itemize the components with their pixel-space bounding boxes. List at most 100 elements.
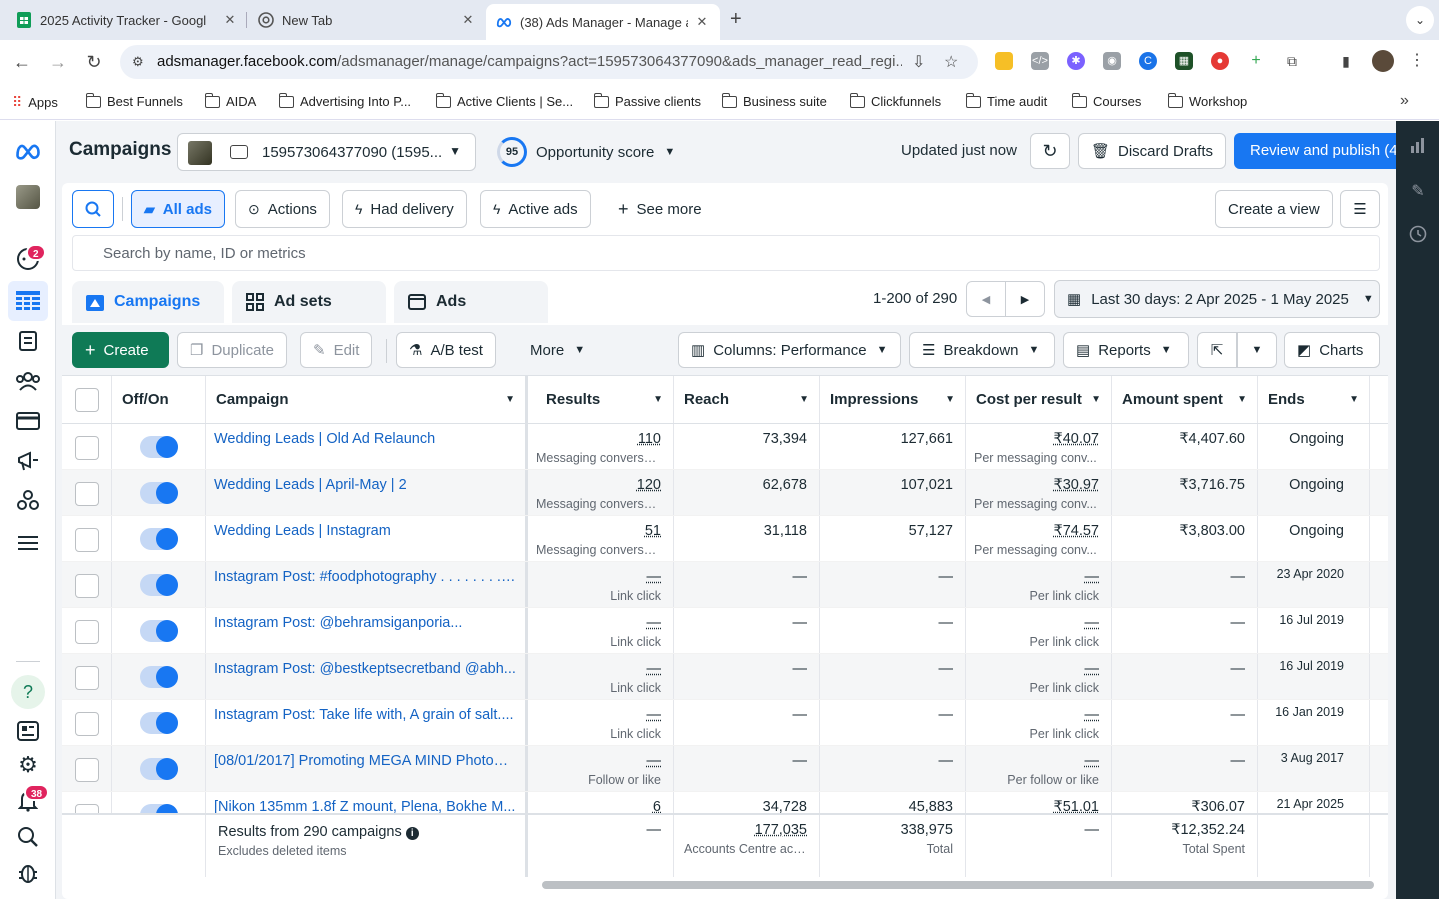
delivery-toggle[interactable] [140,482,178,504]
results-value[interactable]: — [647,661,662,677]
meta-logo-icon[interactable] [14,137,42,165]
tab-adsets[interactable]: Ad sets [232,281,386,323]
next-page-icon[interactable]: ▶ [1005,281,1045,317]
close-icon[interactable]: ✕ [460,12,476,28]
business-tools-icon[interactable] [14,487,42,515]
new-tab-icon[interactable]: + [730,8,742,31]
results-value[interactable]: 110 [638,431,661,447]
search-icon[interactable] [14,823,42,851]
delivery-toggle[interactable] [140,574,178,596]
row-checkbox[interactable] [75,482,99,506]
extension-code-icon[interactable]: </> [1031,52,1049,70]
site-settings-icon[interactable]: ⚙ [132,54,144,70]
cost-per-result-value[interactable]: ₹30.97 [1053,477,1099,493]
extension-spark-icon[interactable]: ✱ [1067,52,1085,70]
row-checkbox[interactable] [75,758,99,782]
date-range-picker[interactable]: ▦ Last 30 days: 2 Apr 2025 - 1 May 2025 ▼ [1054,280,1380,318]
discard-drafts-button[interactable]: 🗑 Discard Drafts [1078,133,1226,169]
cost-per-result-value[interactable]: — [1085,569,1100,585]
history-clock-icon[interactable] [1408,225,1428,245]
table-row[interactable]: Instagram Post: @behramsiganporia... — Lin… [62,608,1388,654]
more-button[interactable]: More ▼ [518,332,597,368]
export-button[interactable]: ⇱ [1197,332,1237,368]
campaign-name-link[interactable]: Instagram Post: @behramsiganporia... [206,608,528,653]
charts-button[interactable]: ◩ Charts [1284,332,1380,368]
settings-gear-icon[interactable]: ⚙ [14,751,42,779]
news-feed-icon[interactable] [14,717,42,745]
results-value[interactable]: — [647,569,662,585]
all-tools-menu-icon[interactable] [14,529,42,557]
table-row[interactable]: Wedding Leads | Instagram 51 Messaging con… [62,516,1388,562]
table-row[interactable]: Wedding Leads | April-May | 2 120 Messagin… [62,470,1388,516]
header-results[interactable]: Results ▼ [528,376,674,423]
audiences-icon[interactable] [14,367,42,395]
tab-ads[interactable]: Ads [394,281,548,323]
extension-record-icon[interactable]: ● [1211,52,1229,70]
refresh-button[interactable]: ↻ [1030,133,1070,169]
search-input[interactable]: Search by name, ID or metrics [72,235,1380,271]
info-icon[interactable]: i [405,827,419,840]
cost-per-result-value[interactable]: — [1085,661,1100,677]
header-reach[interactable]: Reach ▼ [674,376,820,423]
close-icon[interactable]: ✕ [694,14,710,30]
row-checkbox[interactable] [75,574,99,598]
select-all-checkbox[interactable] [75,388,99,412]
edit-pencil-icon[interactable]: ✎ [1408,181,1428,201]
header-amount-spent[interactable]: Amount spent ▼ [1112,376,1258,423]
extension-camera-icon[interactable]: ◉ [1103,52,1121,70]
create-view-button[interactable]: Create a view [1215,190,1333,228]
reports-book-icon[interactable] [14,327,42,355]
back-icon[interactable]: ← [10,50,34,74]
results-value[interactable]: 120 [637,477,661,493]
extension-notes-icon[interactable] [995,52,1013,70]
address-bar[interactable]: ⚙ adsmanager.facebook.com/adsmanager/man… [120,45,978,79]
bookmark-apps[interactable]: ⠿ Apps [12,94,58,111]
cost-per-result-value[interactable]: — [1085,753,1100,769]
see-more-button[interactable]: + See more [606,190,714,228]
table-row[interactable]: Instagram Post: Take life with, A grain … [62,700,1388,746]
row-checkbox[interactable] [75,436,99,460]
browser-tab-adsmanager[interactable]: (38) Ads Manager - Manage a ✕ [486,4,720,40]
cost-per-result-value[interactable]: ₹74.57 [1053,523,1099,539]
delivery-toggle[interactable] [140,620,178,642]
close-icon[interactable]: ✕ [222,12,238,28]
campaign-name-link[interactable]: Instagram Post: Take life with, A grain … [206,700,528,745]
profile-avatar[interactable] [1372,50,1394,72]
help-icon[interactable]: ? [11,675,45,709]
bookmark-folder[interactable]: Advertising Into P... [278,92,411,109]
reports-button[interactable]: ▤ Reports ▼ [1063,332,1189,368]
bookmark-folder[interactable]: AIDA [204,92,256,109]
extension-c-icon[interactable]: C [1139,52,1157,70]
table-row[interactable]: Instagram Post: #foodphotography . . . .… [62,562,1388,608]
table-row[interactable]: [08/01/2017] Promoting MEGA MIND PhotoG.… [62,746,1388,792]
table-row[interactable]: Wedding Leads | Old Ad Relaunch 110 Messag… [62,424,1388,470]
bookmark-folder[interactable]: Active Clients | Se... [435,92,573,109]
forward-icon[interactable]: → [46,50,70,74]
cost-per-result-value[interactable]: — [1085,615,1100,631]
filter-actions[interactable]: ⊙ Actions [235,190,330,228]
duplicate-button[interactable]: ❐ Duplicate [177,332,287,368]
filter-all-ads[interactable]: ▰ All ads [131,190,225,228]
delivery-toggle[interactable] [140,436,178,458]
browser-tab-newtab[interactable]: New Tab ✕ [258,6,476,34]
bug-report-icon[interactable] [14,859,42,887]
edit-button[interactable]: ✎ Edit [300,332,373,368]
bookmark-folder[interactable]: Business suite [721,92,827,109]
cost-per-result-value[interactable]: ₹40.07 [1053,431,1099,447]
campaigns-table-icon[interactable] [8,281,48,321]
header-impressions[interactable]: Impressions ▼ [820,376,966,423]
advertise-megaphone-icon[interactable] [14,447,42,475]
export-menu-button[interactable]: ▼ [1237,332,1277,368]
browser-menu-icon[interactable]: ⋮ [1408,52,1426,70]
row-checkbox[interactable] [75,712,99,736]
delivery-toggle[interactable] [140,528,178,550]
bookmarks-overflow-icon[interactable]: » [1400,92,1409,110]
prev-page-icon[interactable]: ◀ [966,281,1006,317]
reload-icon[interactable]: ↻ [82,50,106,74]
delivery-toggle[interactable] [140,758,178,780]
breakdown-button[interactable]: ☰ Breakdown ▼ [909,332,1055,368]
ad-account-selector[interactable]: 159573064377090 (1595... ▼ [177,133,476,171]
delivery-toggle[interactable] [140,666,178,688]
results-value[interactable]: — [647,707,662,723]
header-cost-per-result[interactable]: Cost per result ▼ [966,376,1112,423]
